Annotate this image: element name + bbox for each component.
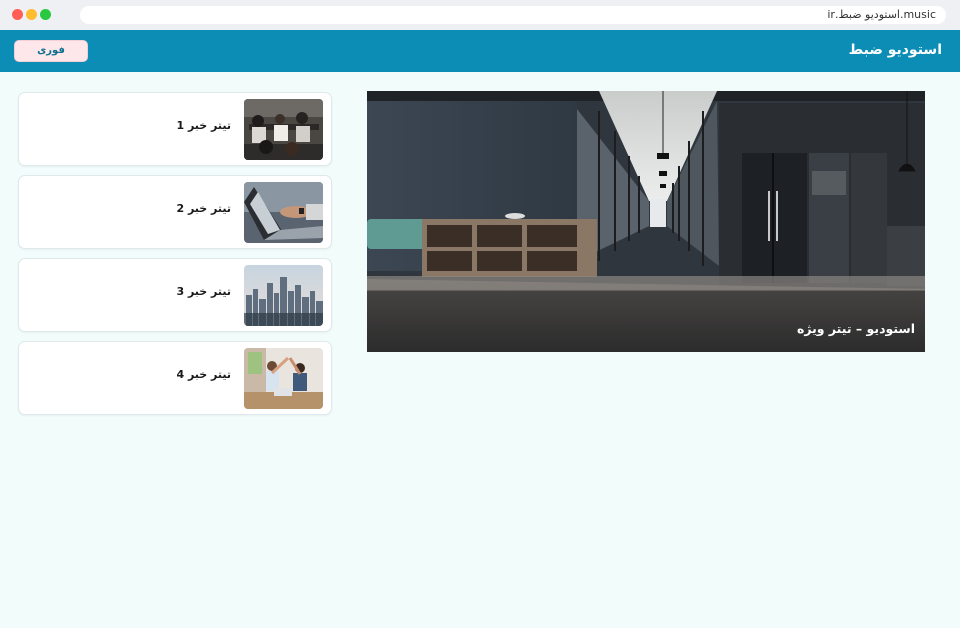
featured-image	[367, 91, 925, 352]
minimize-window-button[interactable]	[26, 9, 37, 20]
close-window-button[interactable]	[12, 9, 23, 20]
site-title[interactable]: استودیو ضبط	[849, 30, 942, 70]
browser-chrome: music.استودیو ضبط.ir	[0, 0, 960, 30]
news-card[interactable]: تیتر خبر 2	[18, 175, 332, 249]
address-bar[interactable]: music.استودیو ضبط.ir	[80, 6, 946, 24]
news-thumbnail	[244, 99, 323, 160]
news-card[interactable]: تیتر خبر 3	[18, 258, 332, 332]
news-thumbnail	[244, 265, 323, 326]
news-title[interactable]: تیتر خبر 3	[176, 259, 231, 325]
maximize-window-button[interactable]	[40, 9, 51, 20]
news-title[interactable]: تیتر خبر 2	[176, 176, 231, 242]
featured-caption[interactable]: استودیو – تیتر ویژه	[797, 321, 915, 336]
featured-story[interactable]: استودیو – تیتر ویژه	[367, 91, 925, 352]
breaking-news-button[interactable]: فوری	[14, 40, 88, 62]
news-thumbnail	[244, 348, 323, 409]
news-title[interactable]: تیتر خبر 4	[176, 342, 231, 408]
main-content: استودیو – تیتر ویژه تیتر خبر 1 تیتر خبر …	[0, 72, 960, 628]
site-header: استودیو ضبط فوری	[0, 30, 960, 72]
news-card[interactable]: تیتر خبر 1	[18, 92, 332, 166]
news-title[interactable]: تیتر خبر 1	[176, 93, 231, 159]
news-card[interactable]: تیتر خبر 4	[18, 341, 332, 415]
news-thumbnail	[244, 182, 323, 243]
